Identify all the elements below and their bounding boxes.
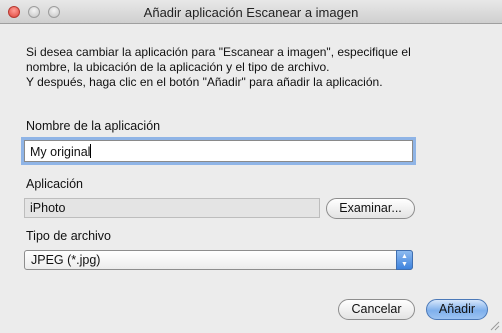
file-type-selected: JPEG (*.jpg) (31, 253, 101, 267)
instructions-text: Si desea cambiar la aplicación para "Esc… (26, 45, 486, 90)
app-name-label: Nombre de la aplicación (26, 119, 161, 133)
app-name-input[interactable]: My original (24, 140, 413, 162)
resize-grip-icon[interactable] (488, 319, 500, 331)
up-down-arrows-icon[interactable]: ▲ ▼ (396, 250, 413, 270)
app-name-value: My original (30, 145, 91, 159)
file-type-label: Tipo de archivo (26, 229, 111, 243)
instructions-line-1: Si desea cambiar la aplicación para "Esc… (26, 45, 411, 59)
cancel-button[interactable]: Cancelar (338, 299, 415, 320)
application-path-field: iPhoto (24, 198, 320, 218)
add-button[interactable]: Añadir (426, 299, 488, 320)
browse-button[interactable]: Examinar... (326, 198, 415, 219)
text-caret (90, 144, 92, 158)
instructions-line-3: Y después, haga clic en el botón "Añadir… (26, 75, 383, 89)
instructions-line-2: nombre, la ubicación de la aplicación y … (26, 60, 330, 74)
title-bar[interactable]: Añadir aplicación Escanear a imagen (0, 0, 502, 24)
file-type-select[interactable]: JPEG (*.jpg) ▲ ▼ (24, 250, 413, 270)
application-label: Aplicación (26, 177, 83, 191)
window-title: Añadir aplicación Escanear a imagen (143, 5, 359, 20)
